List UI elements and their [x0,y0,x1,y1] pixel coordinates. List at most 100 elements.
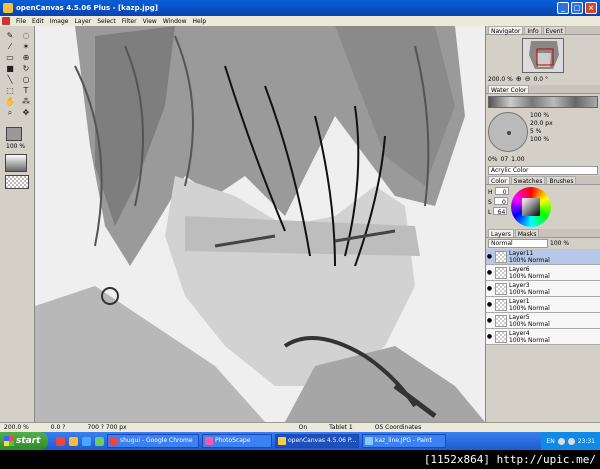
task-opencanvas[interactable]: openCanvas 4.5.06 P... [275,434,359,448]
navigator-angle: 0.0 ° [534,76,548,83]
clock[interactable]: 23:31 [578,438,595,445]
menu-select[interactable]: Select [97,18,116,25]
layer-mode: 100% Normal [509,256,550,264]
folder-icon[interactable] [69,436,78,446]
blend-mode-select[interactable]: Normal [488,239,548,248]
zoom-tool-icon[interactable]: ⌕ [3,108,17,118]
fill-tool-icon[interactable]: ■ [3,64,17,74]
close-button[interactable]: × [585,2,597,14]
app-icon [3,3,13,13]
tab-layers[interactable]: Layers [488,229,514,238]
select-tool-icon[interactable]: ⬚ [3,86,17,96]
shape-tool-icon[interactable]: ○ [19,75,33,85]
tab-event[interactable]: Event [542,26,566,35]
status-angle: 0.0 ? [50,424,66,431]
task-label: PhotoScape [215,437,251,444]
brush-width[interactable]: 20.0 px [530,120,553,128]
layer-row[interactable]: ● Layer3 100% Normal [486,281,600,297]
taskbar: start shugui - Google Chrome PhotoScape … [0,432,600,450]
document-icon[interactable] [2,17,10,25]
zoom-in-icon[interactable]: ⊕ [516,75,522,83]
eye-icon[interactable]: ● [486,301,493,308]
language-indicator[interactable]: EN [546,438,554,445]
tab-masks[interactable]: Masks [514,229,540,238]
menu-image[interactable]: Image [50,18,69,25]
layer-row[interactable]: ● Layer5 100% Normal [486,313,600,329]
eye-icon[interactable]: ● [486,285,493,292]
color-square[interactable] [521,198,540,216]
task-label: openCanvas 4.5.06 P... [288,437,357,444]
hue-field[interactable]: H0 [488,187,509,197]
pen-tool-icon[interactable]: ✎ [3,31,17,41]
tab-navigator[interactable]: Navigator [488,26,524,35]
texture-preview[interactable] [5,175,29,189]
app-icon[interactable] [95,436,104,446]
rotate-tool-icon[interactable]: ↻ [19,64,33,74]
eye-icon[interactable]: ● [486,333,493,340]
brush-density[interactable]: 100 % [530,136,553,144]
menu-layer[interactable]: Layer [74,18,91,25]
eraser-tool-icon[interactable]: ▭ [3,53,17,63]
menu-file[interactable]: File [16,18,26,25]
layer-row[interactable]: ● Layer6 100% Normal [486,265,600,281]
color-wheel[interactable] [510,187,551,227]
eyedropper-icon[interactable]: ⁂ [19,97,33,107]
brush-opacity[interactable]: 5 % [530,128,553,136]
menu-view[interactable]: View [143,18,157,25]
chrome-icon[interactable] [56,436,65,446]
menu-filter[interactable]: Filter [122,18,137,25]
transform-tool-icon[interactable]: ⊕ [19,53,33,63]
layer-opacity[interactable]: 100 % [550,240,569,247]
menu-window[interactable]: Window [163,18,187,25]
task-label: kaz_line.JPG - Paint [375,437,432,444]
navigator-preview[interactable] [522,38,564,73]
task-paint[interactable]: kaz_line.JPG - Paint [362,434,446,448]
task-chrome[interactable]: shugui - Google Chrome [107,434,199,448]
layer-row[interactable]: ● Layer1 100% Normal [486,297,600,313]
menu-edit[interactable]: Edit [32,18,44,25]
lightness-field[interactable]: L 64 [488,207,509,217]
window-title: openCanvas 4.5.06 Plus - [kazp.jpg] [16,4,158,12]
task-photoscape[interactable]: PhotoScape [202,434,272,448]
layer-name: Layer1 [509,297,530,305]
drawing-canvas[interactable] [35,26,485,422]
lightness-value: 64 [493,207,508,216]
eye-icon[interactable]: ● [486,317,493,324]
tab-info[interactable]: Info [524,26,542,35]
minimize-button[interactable]: _ [557,2,569,14]
start-button[interactable]: start [0,432,48,450]
screen: openCanvas 4.5.06 Plus - [kazp.jpg] _ □ … [0,0,600,469]
maximize-button[interactable]: □ [571,2,583,14]
eye-icon[interactable]: ● [486,269,493,276]
volume-icon[interactable] [567,437,575,445]
photoscape-icon [205,437,213,445]
status-bar: 200.0 % 0.0 ? 700 ? 700 px On Tablet 1 O… [0,422,600,432]
brush-opacity-unit: % [535,128,542,135]
title-bar: openCanvas 4.5.06 Plus - [kazp.jpg] _ □ … [0,0,600,16]
tab-swatches[interactable]: Swatches [510,176,546,185]
tab-water-color[interactable]: Water Color [488,85,530,94]
navigator-angle-unit: ° [545,75,549,83]
text-tool-icon[interactable]: T [19,86,33,96]
brush-preset-name[interactable]: Acrylic Color [488,166,598,175]
line-tool-icon[interactable]: ╲ [3,75,17,85]
brush-tool-icon[interactable]: ⁄ [3,42,17,52]
tab-color[interactable]: Color [488,176,510,185]
layer-row[interactable]: ● Layer4 100% Normal [486,329,600,345]
move-tool-icon[interactable]: ✥ [19,108,33,118]
network-icon[interactable] [557,437,565,445]
layer-row[interactable]: ● Layer11 100% Normal [486,249,600,265]
menu-help[interactable]: Help [193,18,207,25]
magic-wand-icon[interactable]: ✶ [19,42,33,52]
gradient-preview[interactable] [5,154,27,172]
hand-tool-icon[interactable]: ✋ [3,97,17,107]
saturation-field[interactable]: S0 [488,197,509,207]
brush-preset-strip[interactable] [488,96,598,108]
lasso-tool-icon[interactable]: ◌ [19,31,33,41]
tab-brushes[interactable]: Brushes [546,176,577,185]
current-color-swatch[interactable] [6,127,22,141]
ie-icon[interactable] [82,436,91,446]
eye-icon[interactable]: ● [486,253,493,260]
brush-size[interactable]: 100 % [530,112,553,120]
zoom-out-icon[interactable]: ⊖ [525,75,531,83]
